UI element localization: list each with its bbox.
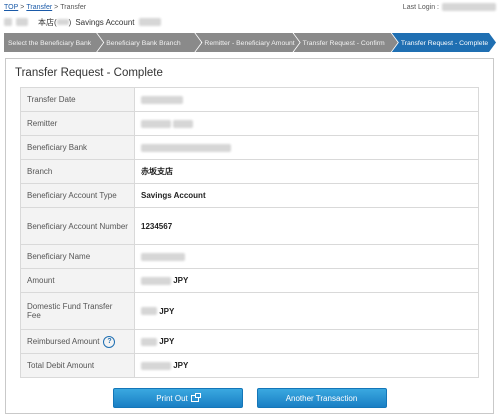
total-debit-label: Total Debit Amount <box>20 353 135 378</box>
table-row: Domestic Fund Transfer Fee JPY <box>20 292 479 330</box>
table-row: Branch 赤坂支店 <box>20 159 479 184</box>
branch-field-label: Branch <box>20 159 135 184</box>
reimbursed-amount-value: JPY <box>134 329 479 354</box>
step-remitter-amount: Remitter - Beneficiary Amount <box>195 33 299 52</box>
breadcrumb-separator: > <box>20 3 25 11</box>
progress-steps: Select the Beneficiary Bank Beneficiary … <box>4 33 496 52</box>
transfer-date-value <box>134 87 479 112</box>
last-login-value-redacted <box>442 3 496 11</box>
transfer-complete-panel: Transfer Request - Complete Transfer Dat… <box>5 58 494 414</box>
table-row: Beneficiary Account Type Savings Account <box>20 183 479 208</box>
top-bar: TOP > Transfer > Transfer Last Login : <box>0 0 500 14</box>
breadcrumb: TOP > Transfer > Transfer <box>4 4 86 11</box>
table-row: Total Debit Amount JPY <box>20 353 479 378</box>
breadcrumb-current: Transfer <box>60 3 87 11</box>
breadcrumb-top-link[interactable]: TOP <box>4 4 18 11</box>
step-confirm: Transfer Request - Confirm <box>294 33 398 52</box>
step-select-bank: Select the Beneficiary Bank <box>4 33 103 52</box>
print-out-button[interactable]: Print Out <box>112 388 243 408</box>
table-row: Remitter <box>20 111 479 136</box>
another-transaction-button[interactable]: Another Transaction <box>256 388 387 408</box>
step-complete: Transfer Request - Complete <box>392 33 496 52</box>
account-name-redacted <box>16 18 28 26</box>
table-row: Reimbursed Amount? JPY <box>20 329 479 354</box>
last-login: Last Login : <box>403 3 496 11</box>
transfer-date-label: Transfer Date <box>20 87 135 112</box>
account-number-value: 1234567 <box>134 207 479 245</box>
amount-value: JPY <box>134 268 479 293</box>
reimbursed-amount-label: Reimbursed Amount? <box>20 329 135 354</box>
domestic-fee-label: Domestic Fund Transfer Fee <box>20 292 135 330</box>
beneficiary-name-label: Beneficiary Name <box>20 244 135 269</box>
account-bar: 本店() Savings Account <box>0 14 500 30</box>
table-row: Transfer Date <box>20 87 479 112</box>
account-type: Savings Account <box>75 17 135 27</box>
table-row: Amount JPY <box>20 268 479 293</box>
beneficiary-bank-label: Beneficiary Bank <box>20 135 135 160</box>
total-debit-value: JPY <box>134 353 479 378</box>
account-type-label: Beneficiary Account Type <box>20 183 135 208</box>
account-number-redacted <box>138 18 161 26</box>
beneficiary-name-value <box>134 244 479 269</box>
transfer-details-table: Transfer Date Remitter Beneficiary Bank … <box>20 87 479 378</box>
breadcrumb-transfer-link[interactable]: Transfer <box>26 4 52 11</box>
branch-value: 赤坂支店 <box>134 159 479 184</box>
external-window-icon <box>190 392 201 402</box>
account-name-redacted <box>4 18 12 26</box>
breadcrumb-separator: > <box>54 3 59 11</box>
branch-label: 本店() <box>38 17 72 27</box>
amount-label: Amount <box>20 268 135 293</box>
table-row: Beneficiary Bank <box>20 135 479 160</box>
action-buttons: Print Out Another Transaction <box>6 388 493 408</box>
step-bank-branch: Beneficiary Bank Branch <box>97 33 201 52</box>
remitter-label: Remitter <box>20 111 135 136</box>
domestic-fee-value: JPY <box>134 292 479 330</box>
table-row: Beneficiary Name <box>20 244 479 269</box>
last-login-label: Last Login : <box>402 3 439 11</box>
table-row: Beneficiary Account Number 1234567 <box>20 207 479 245</box>
remitter-value <box>134 111 479 136</box>
beneficiary-bank-value <box>134 135 479 160</box>
page-title: Transfer Request - Complete <box>15 67 163 79</box>
account-number-label: Beneficiary Account Number <box>20 207 135 245</box>
question-circle-icon[interactable]: ? <box>103 335 116 348</box>
account-type-value: Savings Account <box>134 183 479 208</box>
